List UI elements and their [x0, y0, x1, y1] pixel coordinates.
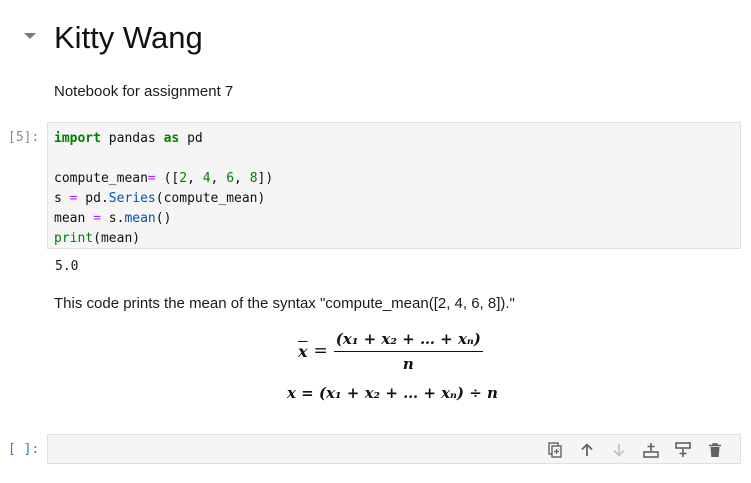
- mean-formula-fraction: x = (x₁ + x₂ + … + xₙ) n: [298, 328, 483, 374]
- empty-code-cell[interactable]: [47, 434, 741, 464]
- formula-lhs: x: [298, 341, 308, 361]
- markdown-description: This code prints the mean of the syntax …: [54, 295, 515, 312]
- code-line: compute_mean= ([2, 4, 6, 8]): [54, 171, 274, 186]
- formula-numerator: (x₁ + x₂ + … + xₙ): [333, 330, 483, 352]
- insert-below-icon[interactable]: [672, 441, 694, 459]
- collapse-heading-icon[interactable]: [24, 33, 36, 39]
- code-line: mean = s.mean(): [54, 211, 172, 226]
- cell-toolbar: [544, 441, 726, 459]
- formula-equals: =: [313, 341, 328, 361]
- notebook-title: Kitty Wang: [54, 20, 203, 55]
- code-source[interactable]: import pandas as pd compute_mean= ([2, 4…: [54, 129, 273, 249]
- move-down-icon[interactable]: [608, 441, 630, 459]
- code-line: import pandas as pd: [54, 131, 203, 146]
- delete-icon[interactable]: [704, 441, 726, 459]
- code-line: print(mean): [54, 231, 141, 246]
- insert-above-icon[interactable]: [640, 441, 662, 459]
- duplicate-icon[interactable]: [544, 441, 566, 459]
- cell-output: 5.0: [55, 259, 79, 274]
- formula-fraction: (x₁ + x₂ + … + xₙ) n: [333, 330, 483, 373]
- move-up-icon[interactable]: [576, 441, 598, 459]
- code-cell-editor[interactable]: import pandas as pd compute_mean= ([2, 4…: [47, 122, 741, 249]
- code-line: s = pd.Series(compute_mean): [54, 191, 266, 206]
- mean-formula-inline: x = (x₁ + x₂ + … + xₙ) ÷ n: [287, 384, 498, 402]
- notebook-subtitle: Notebook for assignment 7: [54, 83, 234, 100]
- empty-cell-prompt: [ ]:: [8, 442, 40, 457]
- formula-denominator: n: [402, 354, 414, 373]
- execution-count-prompt: [5]:: [8, 130, 40, 145]
